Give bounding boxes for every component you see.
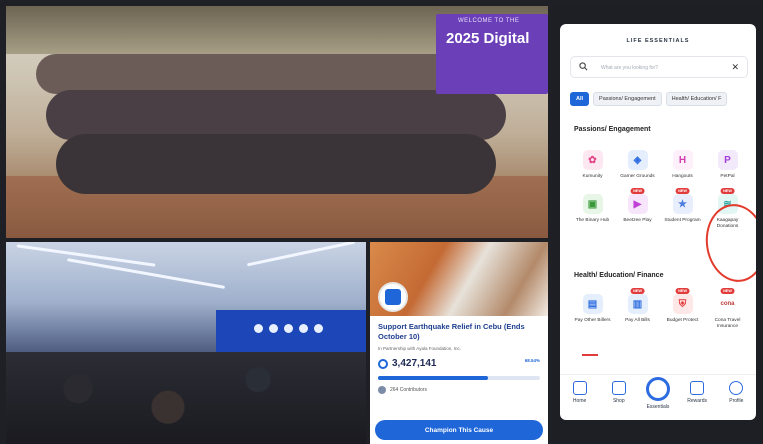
service-tile[interactable]: NEW ★ Student Program bbox=[660, 188, 705, 230]
service-label: Pay All Bills bbox=[625, 318, 650, 323]
service-tile[interactable]: H Hangouts bbox=[660, 144, 705, 180]
search-icon bbox=[579, 62, 588, 71]
group-photo: WELCOME TO THE 2025 Digital bbox=[6, 6, 548, 238]
banner-small-text: WELCOME TO THE bbox=[458, 18, 520, 24]
section-title-passions: Passions/ Engagement bbox=[574, 126, 651, 133]
banner-text: 2025 Digital bbox=[446, 30, 530, 47]
pay-all-bills-icon: ▥ bbox=[627, 294, 648, 314]
campaign-title: Support Earthquake Relief in Cebu (Ends … bbox=[378, 322, 525, 341]
amount-raised: 3,427,141 bbox=[392, 358, 437, 369]
student-program-icon: ★ bbox=[672, 194, 693, 214]
hangouts-icon: H bbox=[672, 150, 693, 170]
service-tile[interactable]: NEW cona Cona Travel Insurance bbox=[705, 288, 750, 330]
service-tile[interactable]: ◈ Gamer Grounds bbox=[615, 144, 660, 180]
gamer-grounds-icon: ◈ bbox=[627, 150, 648, 170]
rewards-icon bbox=[690, 381, 705, 395]
collage: WELCOME TO THE 2025 Digital Support Eart… bbox=[0, 0, 763, 444]
campaign-card: Support Earthquake Relief in Cebu (Ends … bbox=[370, 242, 548, 444]
contributors-count: 264 Contributors bbox=[390, 387, 427, 393]
chip-2[interactable]: Health/ Education/ F bbox=[665, 92, 728, 106]
nav-label: Shop bbox=[612, 398, 625, 404]
nav-label: Profile bbox=[729, 398, 744, 404]
stage-graphics bbox=[254, 324, 323, 333]
essentials-icon bbox=[645, 377, 670, 401]
service-tile[interactable]: ▣ The Binary Hub bbox=[570, 188, 615, 230]
service-tile[interactable]: NEW ▶ Beetzee Play bbox=[615, 188, 660, 230]
campaign-partner: In Partnership with Ayala Foundation, In… bbox=[378, 346, 461, 351]
pay-billers-icon: ▤ bbox=[582, 294, 603, 314]
service-label: Kumunity bbox=[582, 174, 603, 179]
nav-home[interactable]: Home bbox=[562, 381, 598, 404]
page-title: LIFE ESSENTIALS bbox=[626, 38, 690, 44]
service-label: Cona Travel Insurance bbox=[714, 318, 741, 329]
service-label: The Binary Hub bbox=[575, 218, 610, 223]
audience bbox=[6, 352, 366, 444]
chip-1[interactable]: Passions/ Engagement bbox=[593, 92, 662, 106]
new-badge: NEW bbox=[675, 188, 690, 194]
service-tile[interactable]: NEW ▥ Pay All Bills bbox=[615, 288, 660, 330]
nav-shop[interactable]: Shop bbox=[601, 381, 637, 404]
health-grid: ▤ Pay Other Billers NEW ▥ Pay All Bills NEW ⛨ B… bbox=[570, 288, 750, 330]
new-badge: NEW bbox=[720, 188, 735, 194]
nav-essentials[interactable]: Essentials bbox=[640, 377, 676, 410]
bottom-nav: Home Shop Essentials Rewards Profile bbox=[560, 374, 756, 420]
kumunity-icon: ✿ bbox=[582, 150, 603, 170]
progress-fill bbox=[378, 376, 489, 380]
service-label: Gamer Grounds bbox=[620, 174, 655, 179]
event-banner bbox=[436, 14, 548, 94]
service-label: Hangouts bbox=[672, 174, 693, 179]
search-input[interactable]: What are you looking for? ✕ bbox=[570, 56, 748, 78]
home-icon bbox=[572, 381, 587, 395]
binary-hub-icon: ▣ bbox=[582, 194, 603, 214]
service-tile[interactable]: ▤ Pay Other Billers bbox=[570, 288, 615, 330]
service-label: PetPal bbox=[720, 174, 735, 179]
service-tile[interactable]: P PetPal bbox=[705, 144, 750, 180]
new-badge: NEW bbox=[630, 188, 645, 194]
shop-icon bbox=[611, 381, 626, 395]
service-label: Budget Protect bbox=[666, 318, 699, 323]
nav-label: Home bbox=[572, 398, 587, 404]
new-badge: NEW bbox=[720, 288, 735, 294]
service-tile[interactable]: ✿ Kumunity bbox=[570, 144, 615, 180]
nav-label: Rewards bbox=[687, 398, 708, 404]
nav-label: Essentials bbox=[646, 404, 670, 410]
active-underline bbox=[582, 354, 598, 356]
crowd-middle-row bbox=[46, 90, 506, 140]
ceiling-light bbox=[246, 242, 356, 267]
app-screenshot: LIFE ESSENTIALS What are you looking for… bbox=[552, 6, 763, 444]
budget-protect-icon: ⛨ bbox=[672, 294, 693, 314]
campaign-logo bbox=[378, 282, 408, 312]
profile-icon bbox=[729, 381, 744, 395]
chip-0[interactable]: All bbox=[570, 92, 590, 106]
close-icon[interactable]: ✕ bbox=[731, 62, 739, 72]
nav-rewards[interactable]: Rewards bbox=[679, 381, 715, 404]
service-tile[interactable]: NEW ⛨ Budget Protect bbox=[660, 288, 705, 330]
service-label: Pay Other Billers bbox=[574, 318, 611, 323]
foundation-logo-icon bbox=[385, 289, 401, 305]
section-title-health: Health/ Education/ Finance bbox=[574, 272, 664, 279]
coin-icon bbox=[378, 359, 388, 369]
search-placeholder: What are you looking for? bbox=[601, 65, 658, 71]
service-label: Student Program bbox=[664, 218, 701, 223]
conference-hall-photo bbox=[6, 242, 366, 444]
people-icon bbox=[378, 386, 386, 394]
beetzee-play-icon: ▶ bbox=[627, 194, 648, 214]
category-chips: All Passions/ Engagement Health/ Education… bbox=[570, 92, 728, 106]
percent-raised: 68.54% bbox=[524, 358, 540, 363]
nav-profile[interactable]: Profile bbox=[718, 381, 754, 404]
new-badge: NEW bbox=[675, 288, 690, 294]
life-essentials-screen: LIFE ESSENTIALS What are you looking for… bbox=[560, 24, 756, 420]
champion-cause-button[interactable]: Champion This Cause bbox=[375, 420, 543, 440]
service-label: Beetzee Play bbox=[623, 218, 652, 223]
crowd-front-row bbox=[56, 134, 496, 194]
progress-bar bbox=[378, 376, 540, 380]
petpal-icon: P bbox=[717, 150, 738, 170]
new-badge: NEW bbox=[630, 288, 645, 294]
cona-icon: cona bbox=[714, 294, 741, 314]
